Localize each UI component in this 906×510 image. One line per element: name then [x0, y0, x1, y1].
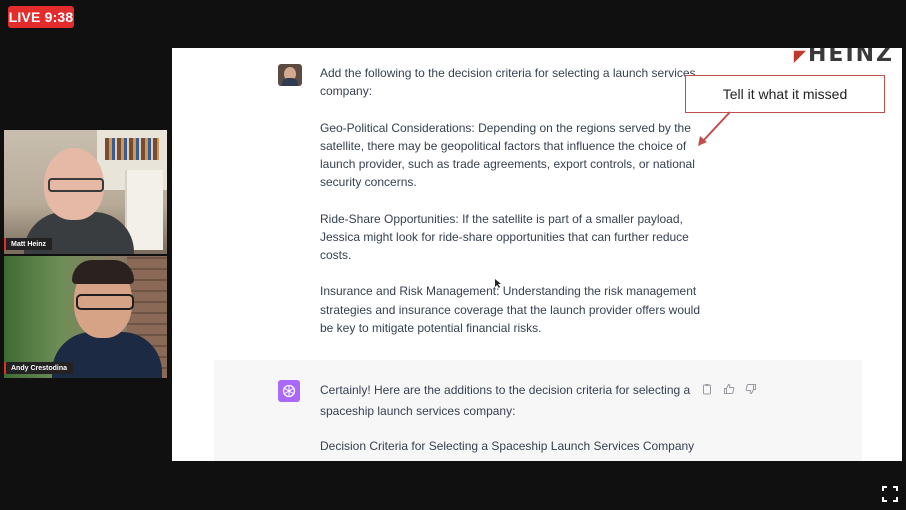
assistant-message: Certainly! Here are the additions to the… — [320, 380, 700, 461]
participant-glasses — [76, 294, 134, 310]
participant-video-matt[interactable]: Matt Heinz — [4, 130, 167, 254]
participant-name-tag: Matt Heinz — [4, 238, 52, 250]
user-message-paragraph: Geo-Political Considerations: Depending … — [320, 120, 695, 190]
live-badge: LIVE 9:38 — [8, 6, 74, 28]
heinz-logo: ◤HEINZ — [794, 48, 894, 67]
callout-arrow-icon — [698, 111, 731, 146]
screen-share: ◤HEINZ Add the following to the decision… — [172, 48, 902, 461]
user-avatar — [278, 64, 302, 86]
annotation-callout: Tell it what it missed — [685, 75, 885, 113]
user-message: Add the following to the decision criter… — [320, 64, 700, 355]
logo-mark-icon: ◤ — [793, 48, 808, 65]
logo-text: HEINZ — [808, 48, 894, 67]
assistant-message-paragraph: Certainly! Here are the additions to the… — [320, 383, 691, 418]
assistant-message-block: Certainly! Here are the additions to the… — [214, 360, 862, 461]
thumbs-down-icon[interactable] — [744, 382, 758, 396]
thumbs-up-icon[interactable] — [722, 382, 736, 396]
chatgpt-logo-icon — [278, 380, 300, 402]
message-actions — [700, 382, 758, 396]
clipboard-icon[interactable] — [700, 382, 714, 396]
participant-hair — [72, 260, 134, 284]
user-message-paragraph: Insurance and Risk Management: Understan… — [320, 284, 701, 335]
user-message-paragraph: Ride-Share Opportunities: If the satelli… — [320, 211, 689, 262]
user-message-paragraph: Add the following to the decision criter… — [320, 66, 696, 99]
participant-glasses — [48, 178, 104, 192]
assistant-message-heading: Decision Criteria for Selecting a Spaces… — [320, 439, 695, 453]
participant-name-tag: Andy Crestodina — [4, 362, 74, 374]
mouse-cursor-icon — [495, 279, 501, 288]
fullscreen-icon[interactable] — [882, 486, 898, 502]
participant-video-andy[interactable]: Andy Crestodina — [4, 256, 167, 378]
